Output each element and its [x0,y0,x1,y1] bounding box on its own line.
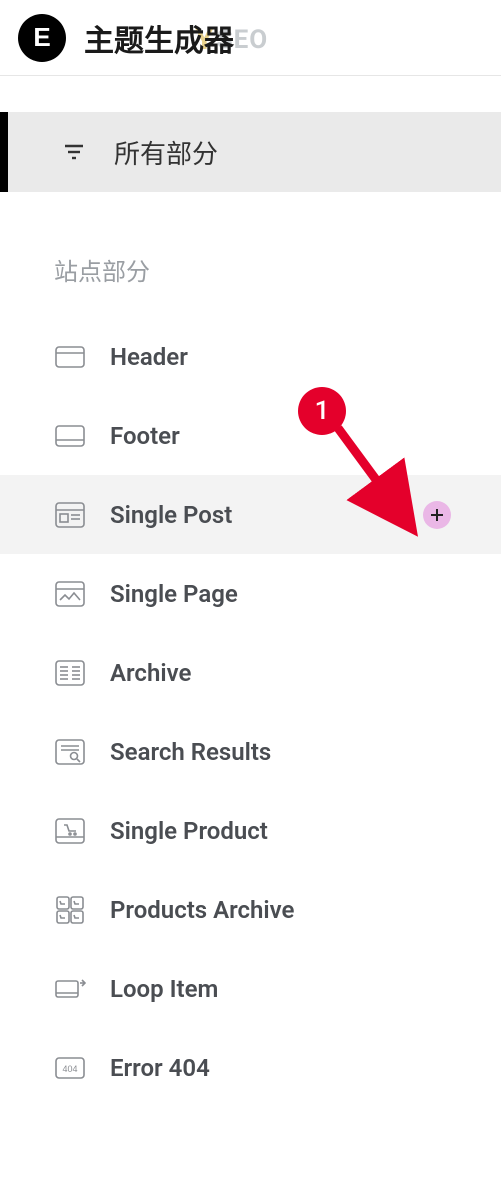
header-icon [54,341,86,373]
part-label: Archive [110,659,191,687]
part-item-archive[interactable]: Archive [0,633,501,712]
add-button[interactable] [423,501,451,529]
logo-letter: E [33,22,50,53]
annotation-badge: 1 [298,387,346,435]
archive-icon [54,657,86,689]
part-item-products-archive[interactable]: Products Archive [0,870,501,949]
search-results-icon [54,736,86,768]
part-label: Search Results [110,738,271,766]
part-item-footer[interactable]: Footer [0,396,501,475]
part-label: Products Archive [110,896,294,924]
part-item-search-results[interactable]: Search Results [0,712,501,791]
part-label: Single Post [110,501,232,529]
elementor-logo: E [18,14,66,62]
part-label: Single Product [110,817,268,845]
section-title: 站点部分 [0,192,501,317]
parts-list: Header Footer Single Post Single Page Archiv… [0,317,501,1107]
products-archive-icon [54,894,86,926]
part-item-error-404[interactable]: 404 Error 404 [0,1028,501,1107]
annotation-arrow [330,420,425,540]
filter-icon [62,140,86,164]
part-item-single-post[interactable]: Single Post [0,475,501,554]
svg-text:404: 404 [62,1064,77,1074]
part-label: Single Page [110,580,238,608]
page-title: 主题生成器 [84,16,234,60]
part-label: Loop Item [110,975,218,1003]
single-product-icon [54,815,86,847]
single-post-icon [54,499,86,531]
part-label: Footer [110,422,180,450]
header: E YSEO 主题生成器 [0,0,501,76]
part-item-loop-item[interactable]: Loop Item [0,949,501,1028]
part-item-header[interactable]: Header [0,317,501,396]
part-label: Header [110,343,188,371]
part-item-single-page[interactable]: Single Page [0,554,501,633]
error-404-icon: 404 [54,1052,86,1084]
all-parts-row[interactable]: 所有部分 [0,112,501,192]
loop-item-icon [54,973,86,1005]
part-item-single-product[interactable]: Single Product [0,791,501,870]
all-parts-label: 所有部分 [114,134,218,171]
part-label: Error 404 [110,1054,210,1082]
single-page-icon [54,578,86,610]
footer-icon [54,420,86,452]
